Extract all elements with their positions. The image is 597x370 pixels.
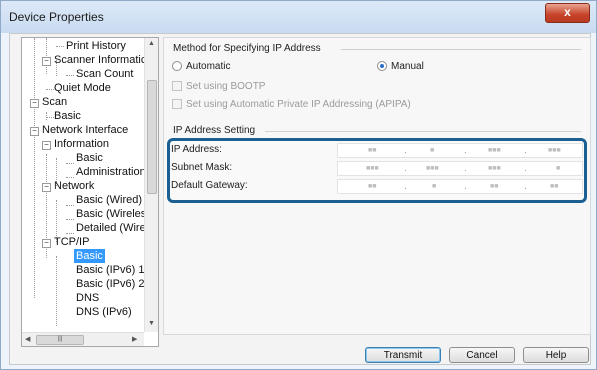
ip-setting-group-label: IP Address Setting xyxy=(173,125,256,136)
collapse-icon[interactable]: − xyxy=(42,239,51,248)
tree-item[interactable]: Network xyxy=(54,179,94,193)
scroll-up-icon[interactable]: ▲ xyxy=(148,40,155,47)
tree-item-selected[interactable]: Basic xyxy=(74,249,105,263)
help-button[interactable]: Help xyxy=(523,347,589,363)
tree-item[interactable]: Print History xyxy=(66,39,126,53)
tree-item[interactable]: DNS xyxy=(76,291,99,305)
scroll-down-icon[interactable]: ▼ xyxy=(148,320,155,327)
scroll-right-icon[interactable]: ▶ xyxy=(132,335,137,343)
collapse-icon[interactable]: − xyxy=(30,99,39,108)
tree-item[interactable]: Quiet Mode xyxy=(54,81,111,95)
bootp-label: Set using BOOTP xyxy=(186,81,266,92)
default-gateway-label: Default Gateway: xyxy=(171,180,248,191)
bootp-checkbox[interactable] xyxy=(172,81,182,91)
tree-item[interactable]: TCP/IP xyxy=(54,235,89,249)
apipa-checkbox[interactable] xyxy=(172,99,182,109)
tree-item[interactable]: DNS (IPv6) xyxy=(76,305,132,319)
transmit-button[interactable]: Transmit xyxy=(365,347,441,363)
tree-item[interactable]: Detailed (Wirele xyxy=(76,221,154,235)
tree-item[interactable]: Basic xyxy=(76,151,103,165)
collapse-icon[interactable]: − xyxy=(42,183,51,192)
default-gateway-input[interactable]: ... ■■ ■ ■■ ■■ xyxy=(337,179,583,194)
tree-item[interactable]: Information xyxy=(54,137,109,151)
automatic-label[interactable]: Automatic xyxy=(186,61,230,72)
ip-address-label: IP Address: xyxy=(171,144,222,155)
tree-item[interactable]: Network Interface xyxy=(42,123,128,137)
tree-item[interactable]: Scanner Informatic xyxy=(54,53,146,67)
cancel-button[interactable]: Cancel xyxy=(449,347,515,363)
ip-address-input[interactable]: ... ■■ ■ ■■■ ■■■ xyxy=(337,143,583,158)
collapse-icon[interactable]: − xyxy=(42,57,51,66)
tree-item[interactable]: Scan xyxy=(42,95,67,109)
method-group-divider xyxy=(341,49,581,50)
manual-radio[interactable] xyxy=(377,61,387,71)
method-group-label: Method for Specifying IP Address xyxy=(173,43,321,54)
tree-item[interactable]: Basic (IPv6) 1 xyxy=(76,263,144,277)
subnet-mask-label: Subnet Mask: xyxy=(171,162,233,173)
scroll-left-icon[interactable]: ◀ xyxy=(25,335,30,343)
tree-vertical-scrollbar[interactable]: ▲ ▼ xyxy=(144,38,158,332)
tree-item[interactable]: Scan Count xyxy=(76,67,133,81)
tree-item[interactable]: Basic (IPv6) 2 xyxy=(76,277,144,291)
manual-label[interactable]: Manual xyxy=(391,61,424,72)
subnet-mask-input[interactable]: ... ■■■ ■■■ ■■■ ■ xyxy=(337,161,583,176)
tree-item[interactable]: Administration I xyxy=(76,165,152,179)
tree-item[interactable]: Basic (Wired) xyxy=(76,193,142,207)
title-bar: Device Properties x xyxy=(1,1,596,33)
close-button[interactable]: x xyxy=(545,3,590,23)
settings-tree[interactable]: − − − − − − Print History Scanner Inform… xyxy=(21,37,159,347)
tree-horizontal-scrollbar[interactable]: ◀ ||| ▶ xyxy=(22,332,144,346)
device-properties-window: Device Properties x − − − − − − Print Hi… xyxy=(0,0,597,370)
collapse-icon[interactable]: − xyxy=(30,127,39,136)
collapse-icon[interactable]: − xyxy=(42,141,51,150)
horizontal-scroll-thumb[interactable]: ||| xyxy=(36,335,84,345)
automatic-radio[interactable] xyxy=(172,61,182,71)
apipa-label: Set using Automatic Private IP Addressin… xyxy=(186,99,411,110)
window-title: Device Properties xyxy=(9,10,104,24)
ip-setting-group-divider xyxy=(265,131,581,132)
vertical-scroll-thumb[interactable] xyxy=(147,80,157,194)
tree-item[interactable]: Basic xyxy=(54,109,81,123)
